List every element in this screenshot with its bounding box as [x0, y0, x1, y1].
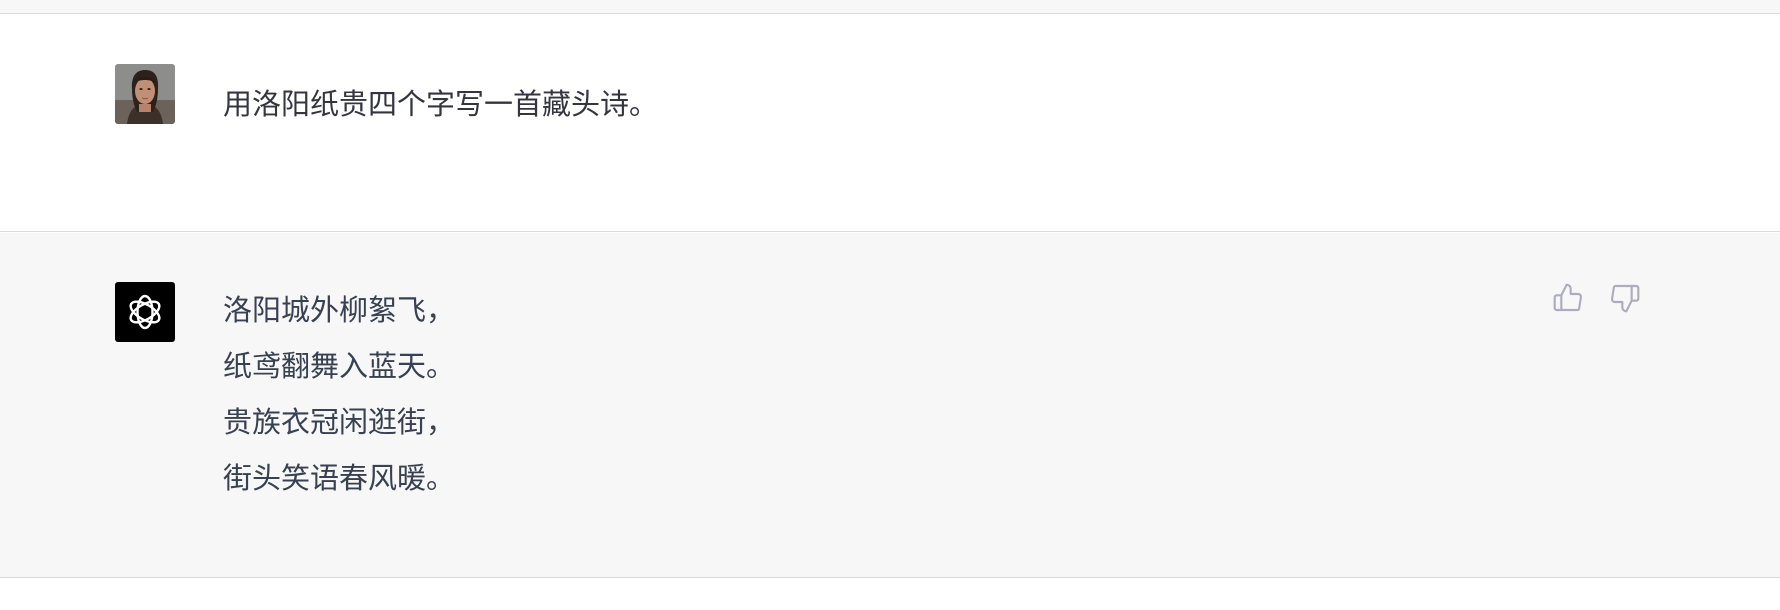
- openai-logo-icon: [129, 294, 161, 330]
- conversation-bottom-area: [0, 579, 1780, 610]
- thumbs-up-icon: [1553, 283, 1582, 312]
- poem-line: 洛阳城外柳絮飞，: [223, 293, 456, 327]
- poem-line: 贵族衣冠闲逛街，: [223, 405, 456, 439]
- user-message-row: 用洛阳纸贵四个字写一首藏头诗。: [0, 15, 1780, 232]
- thumbs-up-button[interactable]: [1550, 280, 1586, 316]
- previous-message-strip: [0, 0, 1780, 14]
- user-portrait-avatar: [115, 64, 175, 124]
- assistant-poem: 洛阳城外柳絮飞， 纸鸢翻舞入蓝天。 贵族衣冠闲逛街， 街头笑语春风暖。: [223, 282, 455, 506]
- user-avatar: [115, 64, 175, 124]
- chat-page: 用洛阳纸贵四个字写一首藏头诗。 洛阳城外柳絮飞， 纸鸢翻舞入蓝天。 贵族衣冠闲逛…: [0, 0, 1780, 610]
- thumbs-down-button[interactable]: [1607, 280, 1643, 316]
- assistant-avatar: [115, 282, 175, 342]
- poem-line: 纸鸢翻舞入蓝天。: [223, 349, 456, 383]
- user-message-text: 用洛阳纸贵四个字写一首藏头诗。: [223, 87, 659, 121]
- assistant-message-row: 洛阳城外柳絮飞， 纸鸢翻舞入蓝天。 贵族衣冠闲逛街， 街头笑语春风暖。: [0, 233, 1780, 578]
- thumbs-down-icon: [1611, 284, 1640, 313]
- poem-line: 街头笑语春风暖。: [223, 461, 456, 495]
